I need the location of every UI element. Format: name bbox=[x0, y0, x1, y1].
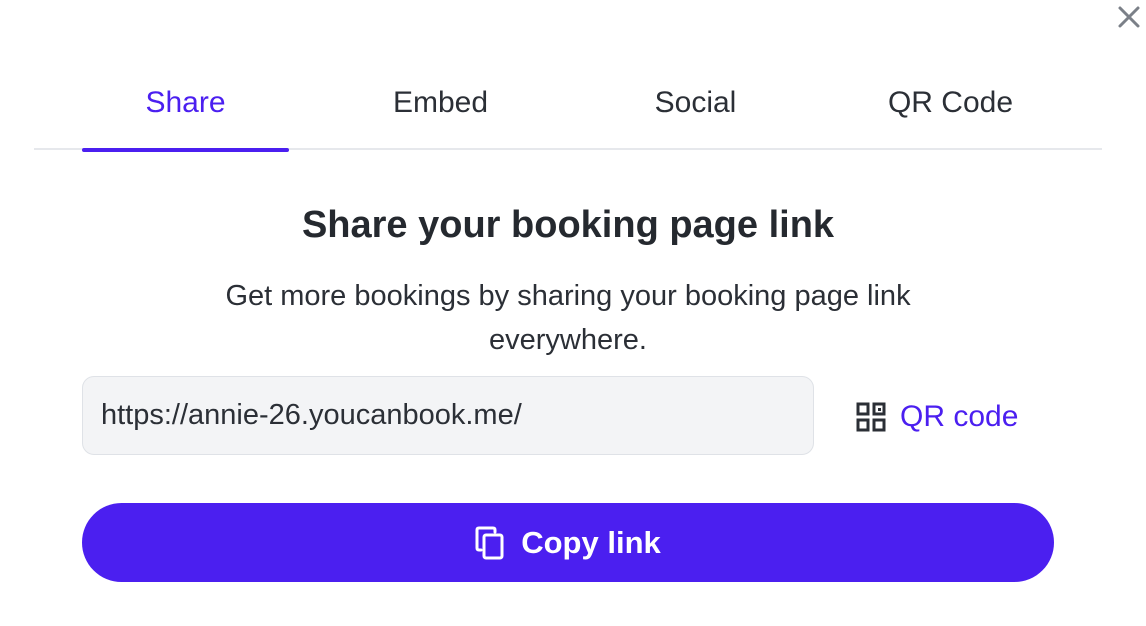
description-text: Get more bookings by sharing your bookin… bbox=[225, 280, 911, 356]
copy-link-button[interactable]: Copy link bbox=[82, 503, 1054, 582]
tab-embed[interactable]: Embed bbox=[337, 58, 544, 150]
copy-link-label: Copy link bbox=[521, 524, 661, 560]
booking-link-input[interactable] bbox=[101, 399, 795, 432]
booking-link-field[interactable] bbox=[82, 376, 814, 455]
close-icon bbox=[1116, 4, 1142, 30]
share-modal: Share Embed Social QR Code Share your bo… bbox=[0, 0, 1146, 626]
qr-code-link[interactable]: QR code bbox=[856, 396, 1018, 438]
tab-qr-code[interactable]: QR Code bbox=[847, 58, 1054, 150]
tab-social[interactable]: Social bbox=[592, 58, 799, 150]
page-title: Share your booking page link bbox=[301, 204, 835, 246]
qr-code-label: QR code bbox=[900, 400, 1019, 433]
tab-label: Embed bbox=[392, 86, 489, 119]
tab-label: Social bbox=[654, 86, 737, 119]
close-button[interactable] bbox=[1114, 2, 1144, 32]
tab-bar: Share Embed Social QR Code bbox=[34, 58, 1102, 152]
tab-share[interactable]: Share bbox=[82, 58, 289, 152]
tab-label: QR Code bbox=[887, 86, 1014, 119]
copy-icon bbox=[475, 526, 505, 560]
tab-label: Share bbox=[145, 86, 226, 119]
qr-code-icon bbox=[856, 402, 886, 432]
